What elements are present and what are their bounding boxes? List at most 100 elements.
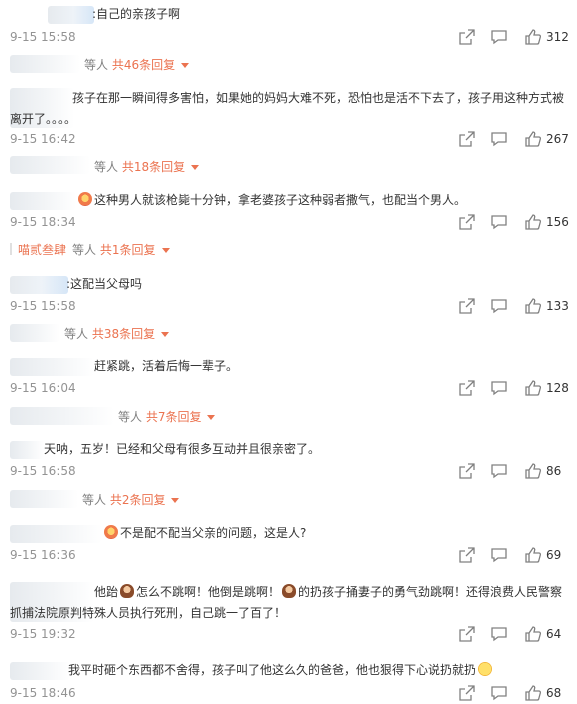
like-count: 156 [546, 215, 569, 229]
comment-time: 9-15 15:58 [10, 299, 76, 313]
share-icon[interactable] [458, 379, 476, 397]
blurred-username [10, 525, 102, 543]
reply-username[interactable]: 喵贰叁肆 [18, 243, 66, 257]
share-icon[interactable] [458, 297, 476, 315]
reply-summary[interactable]: 等人 共38条回复 [64, 325, 170, 342]
reply-count-link[interactable]: 共38条回复 [92, 327, 155, 341]
comment-icon[interactable] [490, 379, 508, 397]
comment-icon[interactable] [490, 297, 508, 315]
like-count: 64 [546, 627, 562, 641]
comment-text: 天呐，五岁！已经和父母有很多互动并且很亲密了。 [44, 442, 321, 456]
comment-time: 9-15 18:34 [10, 215, 76, 229]
chevron-down-icon[interactable] [191, 165, 200, 170]
comment-actions: 128 [458, 379, 569, 399]
angry-emoji-icon [78, 192, 92, 206]
share-icon[interactable] [458, 625, 476, 643]
thumbs-up-icon[interactable] [524, 379, 542, 397]
chevron-down-icon[interactable] [171, 498, 180, 503]
share-icon[interactable] [458, 462, 476, 480]
chevron-down-icon[interactable] [181, 63, 190, 68]
comment-text: 这种男人就该枪毙十分钟，拿老婆孩子这种弱者撒气，也配当个男人。 [76, 190, 466, 211]
blurred-username [10, 192, 76, 210]
blurred-reply-users [10, 407, 114, 425]
comment-text: 孩子在那一瞬间得多害怕，如果她的妈妈大难不死，恐怕也是活不下去了，孩子用这种方式… [10, 91, 565, 126]
like-count: 267 [546, 132, 569, 146]
reply-prefix: 等人 [84, 58, 109, 72]
comment-time: 9-15 18:46 [10, 686, 76, 700]
thumbs-up-icon[interactable] [524, 297, 542, 315]
comment-icon[interactable] [490, 625, 508, 643]
comment-time: 9-15 16:42 [10, 132, 76, 146]
reply-prefix: 等人 [94, 160, 119, 174]
woman-emoji-icon [282, 584, 297, 598]
comment-actions: 312 [458, 28, 569, 48]
comment-actions: 64 [458, 625, 568, 645]
reply-summary[interactable]: 等人 共7条回复 [118, 408, 216, 425]
comment-time: 9-15 16:04 [10, 381, 76, 395]
share-icon[interactable] [458, 130, 476, 148]
angry-emoji-icon [104, 525, 118, 539]
chevron-down-icon[interactable] [161, 248, 170, 253]
like-count: 69 [546, 548, 562, 562]
share-icon[interactable] [458, 28, 476, 46]
blurred-reply-users [10, 324, 60, 342]
reply-count-link[interactable]: 共1条回复 [100, 243, 156, 257]
comment-icon[interactable] [490, 546, 508, 564]
comment-time: 9-15 16:36 [10, 548, 76, 562]
comment-time: 9-15 15:58 [10, 30, 76, 44]
comment-icon[interactable] [490, 684, 508, 702]
comment-actions: 156 [458, 213, 569, 233]
share-icon[interactable] [458, 213, 476, 231]
reply-summary[interactable]: 喵贰叁肆 等人 共1条回复 [10, 241, 170, 258]
thumbs-up-icon[interactable] [524, 28, 542, 46]
like-count: 68 [546, 686, 562, 700]
chevron-down-icon[interactable] [161, 332, 170, 337]
comment-actions: 69 [458, 546, 568, 566]
like-count: 133 [546, 299, 569, 313]
thumbs-up-icon[interactable] [524, 625, 542, 643]
reply-summary[interactable]: 等人 共18条回复 [94, 158, 200, 175]
comment-text: 我平时砸个东西都不舍得，孩子叫了他这么久的爸爸，他也狠得下心说扔就扔 [68, 660, 494, 681]
comment-icon[interactable] [490, 28, 508, 46]
share-icon[interactable] [458, 684, 476, 702]
blurred-username [10, 276, 68, 294]
comment-icon[interactable] [490, 213, 508, 231]
reply-prefix: 等人 [64, 327, 89, 341]
reply-count-link[interactable]: 共2条回复 [110, 493, 166, 507]
share-icon[interactable] [458, 546, 476, 564]
comment-actions: 133 [458, 297, 569, 317]
blurred-username [10, 441, 44, 459]
comment-icon[interactable] [490, 462, 508, 480]
reply-count-link[interactable]: 共46条回复 [112, 58, 175, 72]
blurred-username [48, 6, 94, 24]
reply-count-link[interactable]: 共7条回复 [146, 410, 202, 424]
like-count: 312 [546, 30, 569, 44]
comment-actions: 267 [458, 130, 569, 150]
thumbs-up-icon[interactable] [524, 684, 542, 702]
comment-text: 赶紧跳，活着后悔一辈子。 [94, 359, 239, 373]
blurred-reply-users [10, 55, 80, 73]
comment-text: :自己的亲孩子啊 [92, 7, 181, 21]
like-count: 86 [546, 464, 562, 478]
blurred-reply-users [10, 490, 78, 508]
blurred-username [10, 358, 94, 376]
comment-time: 9-15 16:58 [10, 464, 76, 478]
sad-emoji-icon [478, 662, 493, 676]
reply-divider [10, 243, 12, 255]
comment-actions: 86 [458, 462, 568, 482]
blurred-reply-users [10, 156, 90, 174]
comment-actions: 68 [458, 684, 568, 704]
reply-prefix: 等人 [118, 410, 143, 424]
blurred-username [10, 662, 70, 680]
chevron-down-icon[interactable] [207, 415, 216, 420]
comment-icon[interactable] [490, 130, 508, 148]
reply-summary[interactable]: 等人 共2条回复 [82, 491, 180, 508]
thumbs-up-icon[interactable] [524, 213, 542, 231]
comment-text: :这配当父母吗 [66, 277, 143, 291]
thumbs-up-icon[interactable] [524, 462, 542, 480]
reply-count-link[interactable]: 共18条回复 [122, 160, 185, 174]
comment-text: 他跆 怎么不跳啊！他倒是跳啊！ 的扔孩子捅妻子的勇气劲跳啊！还得浪费人民警察抓捕法院… [10, 584, 563, 620]
thumbs-up-icon[interactable] [524, 546, 542, 564]
reply-summary[interactable]: 等人 共46条回复 [84, 56, 190, 73]
thumbs-up-icon[interactable] [524, 130, 542, 148]
